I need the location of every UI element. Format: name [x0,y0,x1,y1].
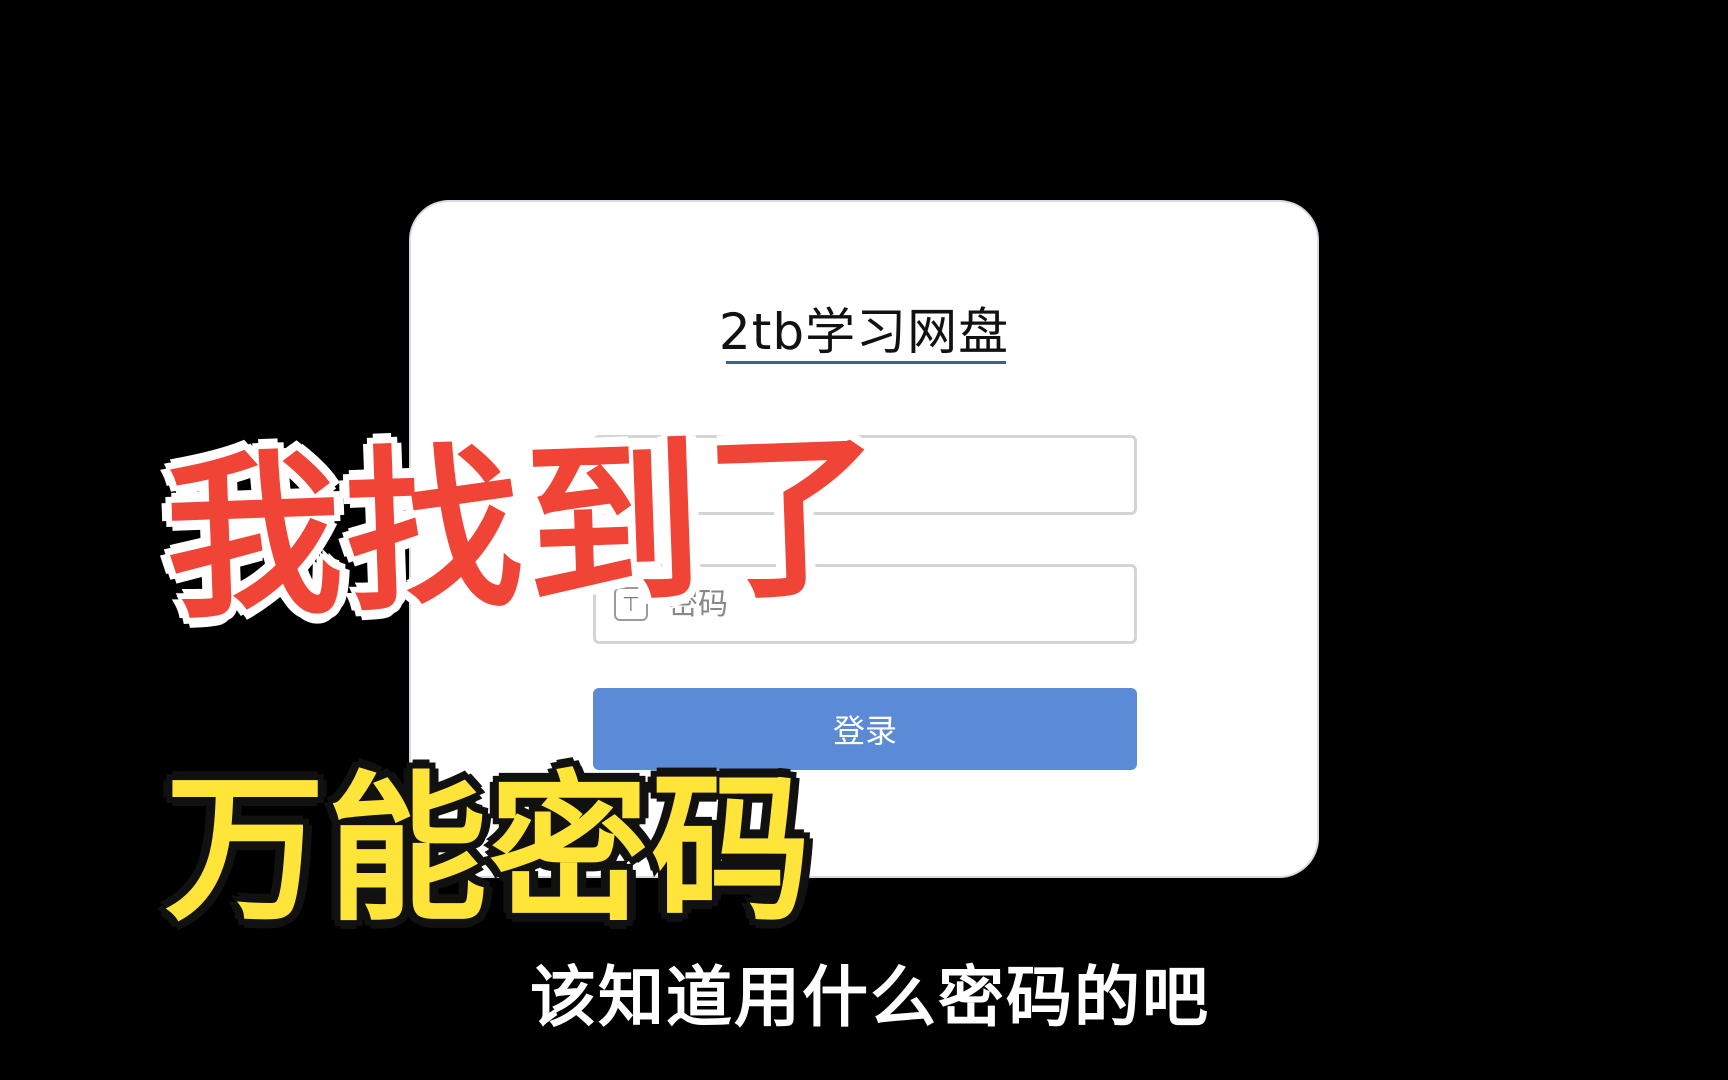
overlay-subheadline: 万能密码 [165,756,814,943]
title-underline [726,361,1006,364]
overlay-headline: 我找到了 [159,410,892,646]
overlay-caption: 该知道用什么密码的吧 [530,959,1210,1036]
page-title: 2tb学习网盘 [718,303,1010,361]
video-frame: 2tb学习网盘 ⊤ 登录 我找到了 万能密码 该知道用什么密码的吧 [0,0,1728,1080]
